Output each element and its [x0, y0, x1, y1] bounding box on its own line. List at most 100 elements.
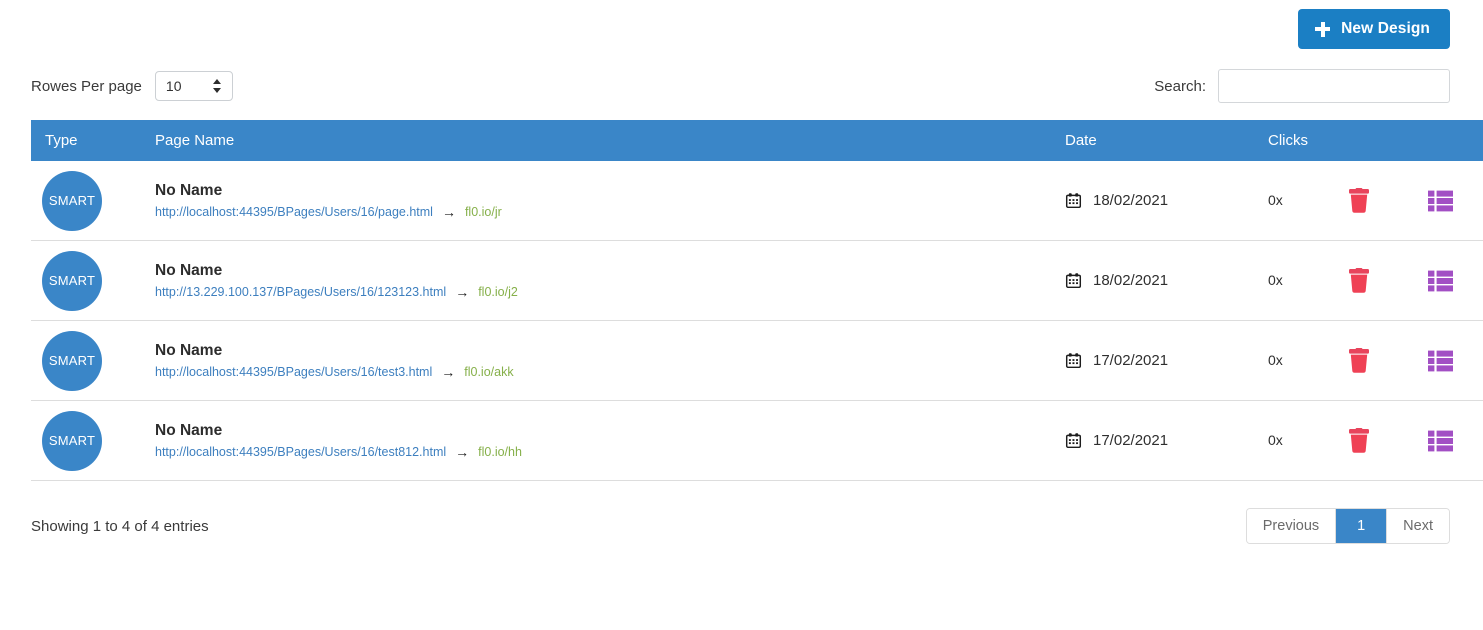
cell-type: SMART [31, 400, 155, 481]
date-value: 17/02/2021 [1093, 432, 1169, 449]
plus-icon [1315, 21, 1331, 37]
new-design-button[interactable]: New Design [1298, 9, 1450, 49]
long-url-link[interactable]: http://localhost:44395/BPages/Users/16/t… [155, 445, 446, 460]
date-value-wrap: 18/02/2021 [1065, 192, 1268, 209]
table-footer: Showing 1 to 4 of 4 entries Previous 1 N… [0, 508, 1483, 544]
page-name-block: No Name http://13.229.100.137/BPages/Use… [155, 261, 1065, 299]
long-url-link[interactable]: http://localhost:44395/BPages/Users/16/t… [155, 365, 432, 380]
status-badge: SMART [42, 250, 102, 311]
link-line: http://localhost:44395/BPages/Users/16/t… [155, 445, 1065, 460]
rows-per-page-select[interactable]: 10 [154, 71, 233, 101]
delete-button[interactable] [1348, 348, 1370, 373]
cell-date: 18/02/2021 [1065, 240, 1268, 321]
table-row: SMART No Name http://localhost:44395/BPa… [31, 320, 1483, 401]
arrow-right-icon: → [455, 284, 470, 301]
table-row: SMART No Name http://localhost:44395/BPa… [31, 400, 1483, 481]
chevron-updown-icon [212, 79, 222, 93]
column-header-clicks[interactable]: Clicks [1268, 120, 1348, 161]
cell-page-name: No Name http://localhost:44395/BPages/Us… [155, 320, 1065, 401]
trash-icon [1349, 188, 1369, 213]
list-icon [1428, 430, 1453, 451]
cell-delete [1348, 320, 1428, 401]
search-label: Search: [1154, 77, 1206, 95]
trash-icon [1349, 348, 1369, 373]
page-name-block: No Name http://localhost:44395/BPages/Us… [155, 181, 1065, 219]
details-button[interactable] [1428, 350, 1453, 372]
list-icon [1428, 350, 1453, 371]
short-url-link[interactable]: fl0.io/jr [465, 205, 502, 220]
status-badge: SMART [42, 410, 102, 471]
short-url-link[interactable]: fl0.io/hh [478, 445, 522, 460]
column-header-page-name[interactable]: Page Name [155, 120, 1065, 161]
clicks-value: 0x [1268, 191, 1283, 208]
cell-page-name: No Name http://localhost:44395/BPages/Us… [155, 161, 1065, 241]
designs-table-wrapper: Type Page Name Date Clicks SMART No Name… [31, 120, 1483, 481]
clicks-value: 0x [1268, 431, 1283, 448]
date-value: 18/02/2021 [1093, 192, 1169, 209]
long-url-link[interactable]: http://13.229.100.137/BPages/Users/16/12… [155, 285, 446, 300]
entries-info: Showing 1 to 4 of 4 entries [31, 517, 209, 535]
status-badge: SMART [42, 330, 102, 391]
table-body: SMART No Name http://localhost:44395/BPa… [31, 161, 1483, 481]
rows-per-page-control: Rowes Per page 10 [31, 71, 233, 101]
calendar-icon [1065, 193, 1082, 209]
short-url-link[interactable]: fl0.io/akk [464, 365, 513, 380]
pagination: Previous 1 Next [1245, 508, 1450, 544]
arrow-right-icon: → [441, 364, 456, 381]
details-button[interactable] [1428, 270, 1453, 292]
cell-type: SMART [31, 161, 155, 241]
clicks-value: 0x [1268, 351, 1283, 368]
delete-button[interactable] [1348, 268, 1370, 293]
page-title: No Name [155, 182, 223, 200]
arrow-right-icon: → [455, 444, 470, 461]
link-line: http://13.229.100.137/BPages/Users/16/12… [155, 285, 1065, 300]
page-title: No Name [155, 262, 223, 280]
date-value-wrap: 17/02/2021 [1065, 432, 1268, 449]
details-button[interactable] [1428, 190, 1453, 212]
cell-date: 17/02/2021 [1065, 400, 1268, 481]
arrow-right-icon: → [441, 204, 456, 221]
clicks-value: 0x [1268, 271, 1283, 288]
cell-clicks: 0x [1268, 320, 1348, 401]
cell-clicks: 0x [1268, 240, 1348, 321]
delete-button[interactable] [1348, 188, 1370, 213]
date-value: 17/02/2021 [1093, 352, 1169, 369]
cell-page-name: No Name http://13.229.100.137/BPages/Use… [155, 240, 1065, 321]
pagination-page-1[interactable]: 1 [1336, 509, 1388, 543]
page-name-block: No Name http://localhost:44395/BPages/Us… [155, 341, 1065, 379]
cell-delete [1348, 400, 1428, 481]
column-header-date[interactable]: Date [1065, 120, 1268, 161]
link-line: http://localhost:44395/BPages/Users/16/t… [155, 365, 1065, 380]
trash-icon [1349, 428, 1369, 453]
column-header-type[interactable]: Type [31, 120, 155, 161]
cell-page-name: No Name http://localhost:44395/BPages/Us… [155, 400, 1065, 481]
table-head: Type Page Name Date Clicks [31, 120, 1483, 161]
date-value: 18/02/2021 [1093, 272, 1169, 289]
cell-delete [1348, 240, 1428, 321]
long-url-link[interactable]: http://localhost:44395/BPages/Users/16/p… [155, 205, 433, 220]
cell-date: 17/02/2021 [1065, 320, 1268, 401]
column-header-delete [1348, 120, 1428, 161]
details-button[interactable] [1428, 430, 1453, 452]
cell-clicks: 0x [1268, 161, 1348, 241]
list-icon [1428, 270, 1453, 291]
trash-icon [1349, 268, 1369, 293]
table-controls: Rowes Per page 10 Search: [0, 61, 1483, 111]
page-title: No Name [155, 422, 223, 440]
rows-per-page-value: 10 [165, 78, 182, 94]
top-toolbar: New Design [0, 0, 1483, 58]
table-header-row: Type Page Name Date Clicks [31, 120, 1483, 161]
search-input[interactable] [1218, 69, 1450, 103]
delete-button[interactable] [1348, 428, 1370, 453]
list-icon [1428, 190, 1453, 211]
status-badge: SMART [42, 170, 102, 231]
pagination-previous[interactable]: Previous [1246, 509, 1337, 543]
cell-type: SMART [31, 320, 155, 401]
short-url-link[interactable]: fl0.io/j2 [478, 285, 518, 300]
calendar-icon [1065, 433, 1082, 449]
link-line: http://localhost:44395/BPages/Users/16/p… [155, 205, 1065, 220]
calendar-icon [1065, 353, 1082, 369]
pagination-next[interactable]: Next [1387, 509, 1449, 543]
column-header-details [1428, 120, 1483, 161]
cell-date: 18/02/2021 [1065, 161, 1268, 241]
